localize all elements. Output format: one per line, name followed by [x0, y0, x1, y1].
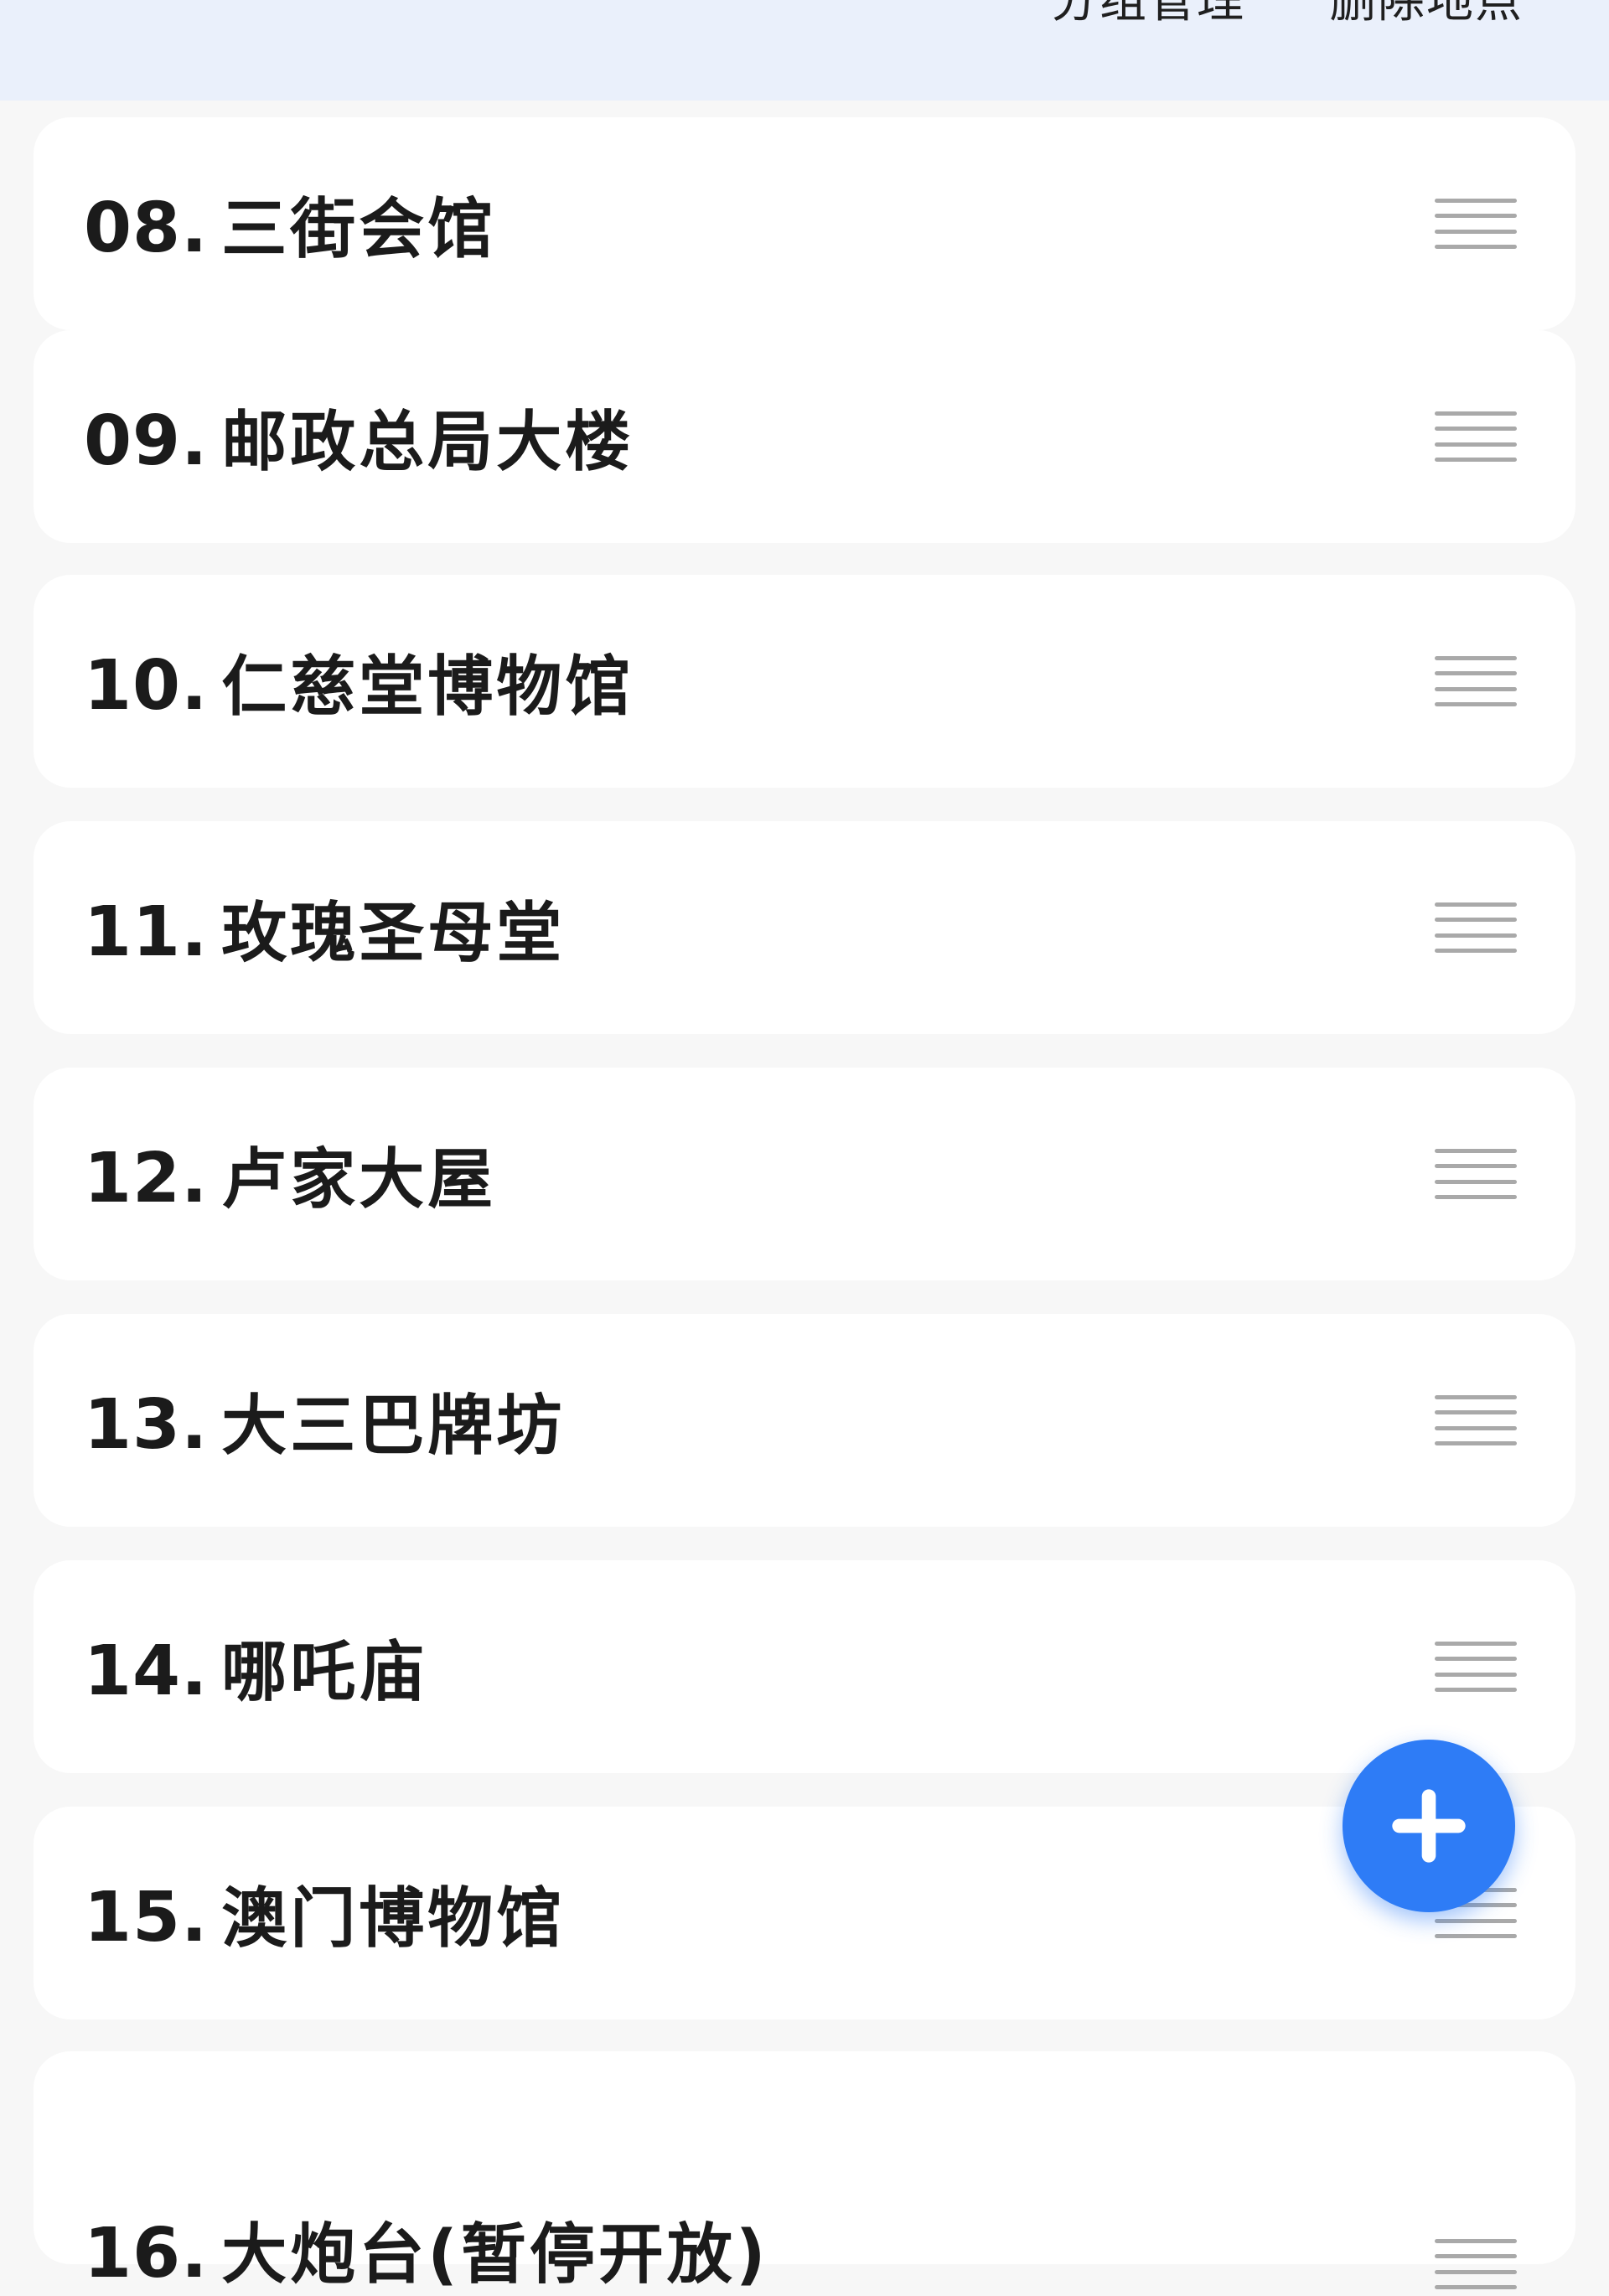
item-label: 12. 卢家大屋	[84, 1127, 496, 1221]
list-item-09[interactable]: 09. 邮政总局大楼	[34, 330, 1575, 543]
item-name: 大炮台(暂停开放)	[221, 2217, 769, 2293]
item-number: 09.	[84, 401, 209, 481]
drag-handle-icon[interactable]	[1435, 1395, 1517, 1445]
item-label: 08. 三街会馆	[84, 177, 496, 271]
delete-places-button[interactable]: 删除地点	[1329, 0, 1524, 44]
item-name: 玫瑰圣母堂	[221, 896, 566, 971]
item-number: 15.	[84, 1878, 209, 1957]
drag-handle-icon[interactable]	[1435, 2239, 1517, 2289]
item-label: 10. 仁慈堂博物馆	[84, 634, 634, 728]
item-number: 10.	[84, 646, 209, 726]
list-item-11[interactable]: 11. 玫瑰圣母堂	[34, 821, 1575, 1034]
item-label: 16. 大炮台(暂停开放)	[84, 2202, 769, 2296]
item-name: 卢家大屋	[221, 1142, 497, 1218]
drag-handle-icon[interactable]	[1435, 199, 1517, 249]
item-name: 哪吒庙	[221, 1635, 428, 1710]
group-manage-button[interactable]: 分组管理	[1051, 0, 1245, 44]
drag-handle-icon[interactable]	[1435, 411, 1517, 462]
item-number: 11.	[84, 892, 209, 972]
item-name: 澳门博物馆	[221, 1881, 566, 1957]
item-label: 09. 邮政总局大楼	[84, 390, 634, 484]
header-actions: 分组管理 删除地点	[1051, 0, 1524, 44]
list-item-13[interactable]: 13. 大三巴牌坊	[34, 1314, 1575, 1527]
item-number: 12.	[84, 1139, 209, 1218]
drag-handle-icon[interactable]	[1435, 656, 1517, 706]
item-name: 邮政总局大楼	[221, 405, 634, 480]
item-label: 11. 玫瑰圣母堂	[84, 881, 565, 975]
item-name: 大三巴牌坊	[221, 1388, 566, 1464]
list-item-14[interactable]: 14. 哪吒庙	[34, 1560, 1575, 1773]
item-name: 三街会馆	[221, 192, 497, 267]
item-label: 15. 澳门博物馆	[84, 1866, 565, 1960]
item-label: 14. 哪吒庙	[84, 1620, 427, 1714]
top-bar: 分组管理 删除地点	[0, 0, 1609, 101]
item-name: 仁慈堂博物馆	[221, 649, 634, 725]
item-number: 13.	[84, 1385, 209, 1465]
plus-icon	[1392, 1789, 1466, 1863]
item-number: 14.	[84, 1632, 209, 1711]
item-label: 13. 大三巴牌坊	[84, 1373, 565, 1467]
list-item-12[interactable]: 12. 卢家大屋	[34, 1068, 1575, 1280]
list-item-08[interactable]: 08. 三街会馆	[34, 117, 1575, 330]
add-place-button[interactable]	[1343, 1740, 1515, 1912]
list-item-16[interactable]: 16. 大炮台(暂停开放)	[34, 2051, 1575, 2293]
list-item-10[interactable]: 10. 仁慈堂博物馆	[34, 575, 1575, 788]
item-number: 16.	[84, 2214, 209, 2293]
drag-handle-icon[interactable]	[1435, 902, 1517, 953]
drag-handle-icon[interactable]	[1435, 1642, 1517, 1692]
item-number: 08.	[84, 189, 209, 268]
drag-handle-icon[interactable]	[1435, 1149, 1517, 1199]
